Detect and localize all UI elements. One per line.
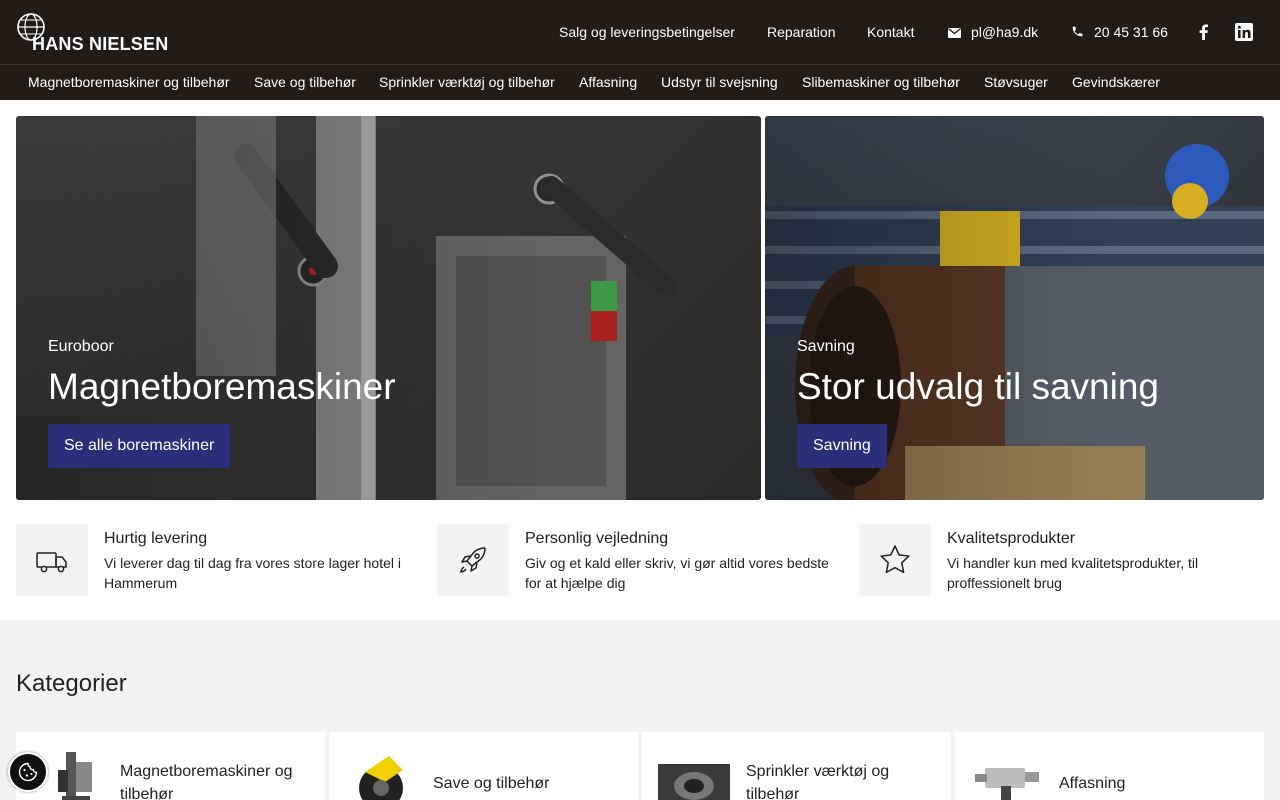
nav-item-save[interactable]: Save og tilbehør (254, 74, 356, 90)
rocket-icon (460, 547, 486, 573)
phone-text: 20 45 31 66 (1094, 24, 1168, 40)
feature-title: Kvalitetsprodukter (947, 530, 1076, 547)
top-bar: HANS NIELSEN Salg og leveringsbetingelse… (0, 0, 1280, 64)
category-label: Sprinkler værktøj og tilbehør (746, 763, 890, 800)
linkedin-icon[interactable] (1234, 22, 1254, 42)
nav-item-sprinkler[interactable]: Sprinkler værktøj og tilbehør (379, 74, 555, 90)
savning-button[interactable]: Savning (797, 424, 887, 468)
link-reparation[interactable]: Reparation (767, 24, 836, 40)
nav-item-svejsning[interactable]: Udstyr til svejsning (661, 74, 778, 90)
phone-icon (1071, 25, 1084, 41)
category-card-save[interactable]: Save og tilbehør (329, 732, 638, 800)
nav-item-slibemaskiner[interactable]: Slibemaskiner og tilbehør (802, 74, 960, 90)
phone-link[interactable]: 20 45 31 66 (1071, 24, 1168, 41)
feature-fast-delivery: Hurtig levering Vi leverer dag til dag f… (16, 524, 426, 596)
email-link[interactable]: pl@ha9.dk (948, 24, 1038, 41)
category-thumb (359, 756, 403, 800)
category-nav: Magnetboremaskiner og tilbehør Save og t… (0, 64, 1280, 100)
feature-personal-guidance: Personlig vejledning Giv og et kald elle… (437, 524, 847, 596)
hero-banner-boremaskiner[interactable]: Euroboor Magnetboremaskiner Se alle bore… (16, 116, 761, 500)
truck-icon (36, 552, 67, 573)
link-salg-og-levering[interactable]: Salg og leveringsbetingelser (559, 24, 735, 40)
brand-logo[interactable]: HANS NIELSEN (16, 12, 168, 54)
feature-desc: Vi leverer dag til dag fra vores store l… (104, 555, 402, 591)
category-card-sprinkler[interactable]: Sprinkler værktøj og tilbehør (642, 732, 951, 800)
hero-eyebrow: Euroboor (48, 338, 114, 355)
feature-icon-box (16, 524, 88, 596)
nav-item-magnetboremaskiner[interactable]: Magnetboremaskiner og tilbehør (28, 74, 230, 90)
feature-title: Hurtig levering (104, 530, 208, 547)
categories-heading: Kategorier (16, 670, 127, 697)
envelope-icon (948, 25, 961, 41)
email-text: pl@ha9.dk (971, 24, 1039, 40)
category-card-affasning[interactable]: Affasning (955, 732, 1264, 800)
nav-item-stovsuger[interactable]: Støvsuger (984, 74, 1048, 90)
hero-banner-savning[interactable]: Savning Stor udvalg til savning Savning (765, 116, 1264, 500)
nav-item-gevindskaerer[interactable]: Gevindskærer (1072, 74, 1160, 90)
category-thumb (658, 764, 730, 800)
see-all-drills-button[interactable]: Se alle boremaskiner (48, 424, 231, 468)
categories-section: Kategorier Magnetboremaskiner og tilbehø… (0, 620, 1280, 800)
feature-desc: Vi handler kun med kvalitetsprodukter, t… (947, 555, 1199, 591)
feature-title: Personlig vejledning (525, 530, 669, 547)
nav-item-affasning[interactable]: Affasning (579, 74, 637, 90)
link-kontakt[interactable]: Kontakt (867, 24, 914, 40)
category-thumb (975, 768, 1039, 800)
feature-quality-products: Kvalitetsprodukter Vi handler kun med kv… (859, 524, 1264, 596)
category-label: Magnetboremaskiner og tilbehør (120, 763, 293, 800)
hero-title: Magnetboremaskiner (48, 366, 396, 407)
star-icon (880, 545, 910, 574)
feature-icon-box (859, 524, 931, 596)
feature-icon-box (437, 524, 509, 596)
hero-eyebrow: Savning (797, 338, 855, 355)
brand-name: HANS NIELSEN (32, 34, 169, 54)
cookie-icon (18, 762, 38, 782)
feature-desc: Giv og et kald eller skriv, vi gør altid… (525, 555, 829, 591)
hero-title: Stor udvalg til savning (797, 366, 1159, 407)
cookie-settings-button[interactable] (8, 752, 48, 792)
category-label: Save og tilbehør (433, 775, 550, 792)
category-label: Affasning (1059, 775, 1126, 792)
category-card-magnetboremaskiner[interactable]: Magnetboremaskiner og tilbehør (16, 732, 325, 800)
facebook-icon[interactable] (1194, 22, 1214, 42)
